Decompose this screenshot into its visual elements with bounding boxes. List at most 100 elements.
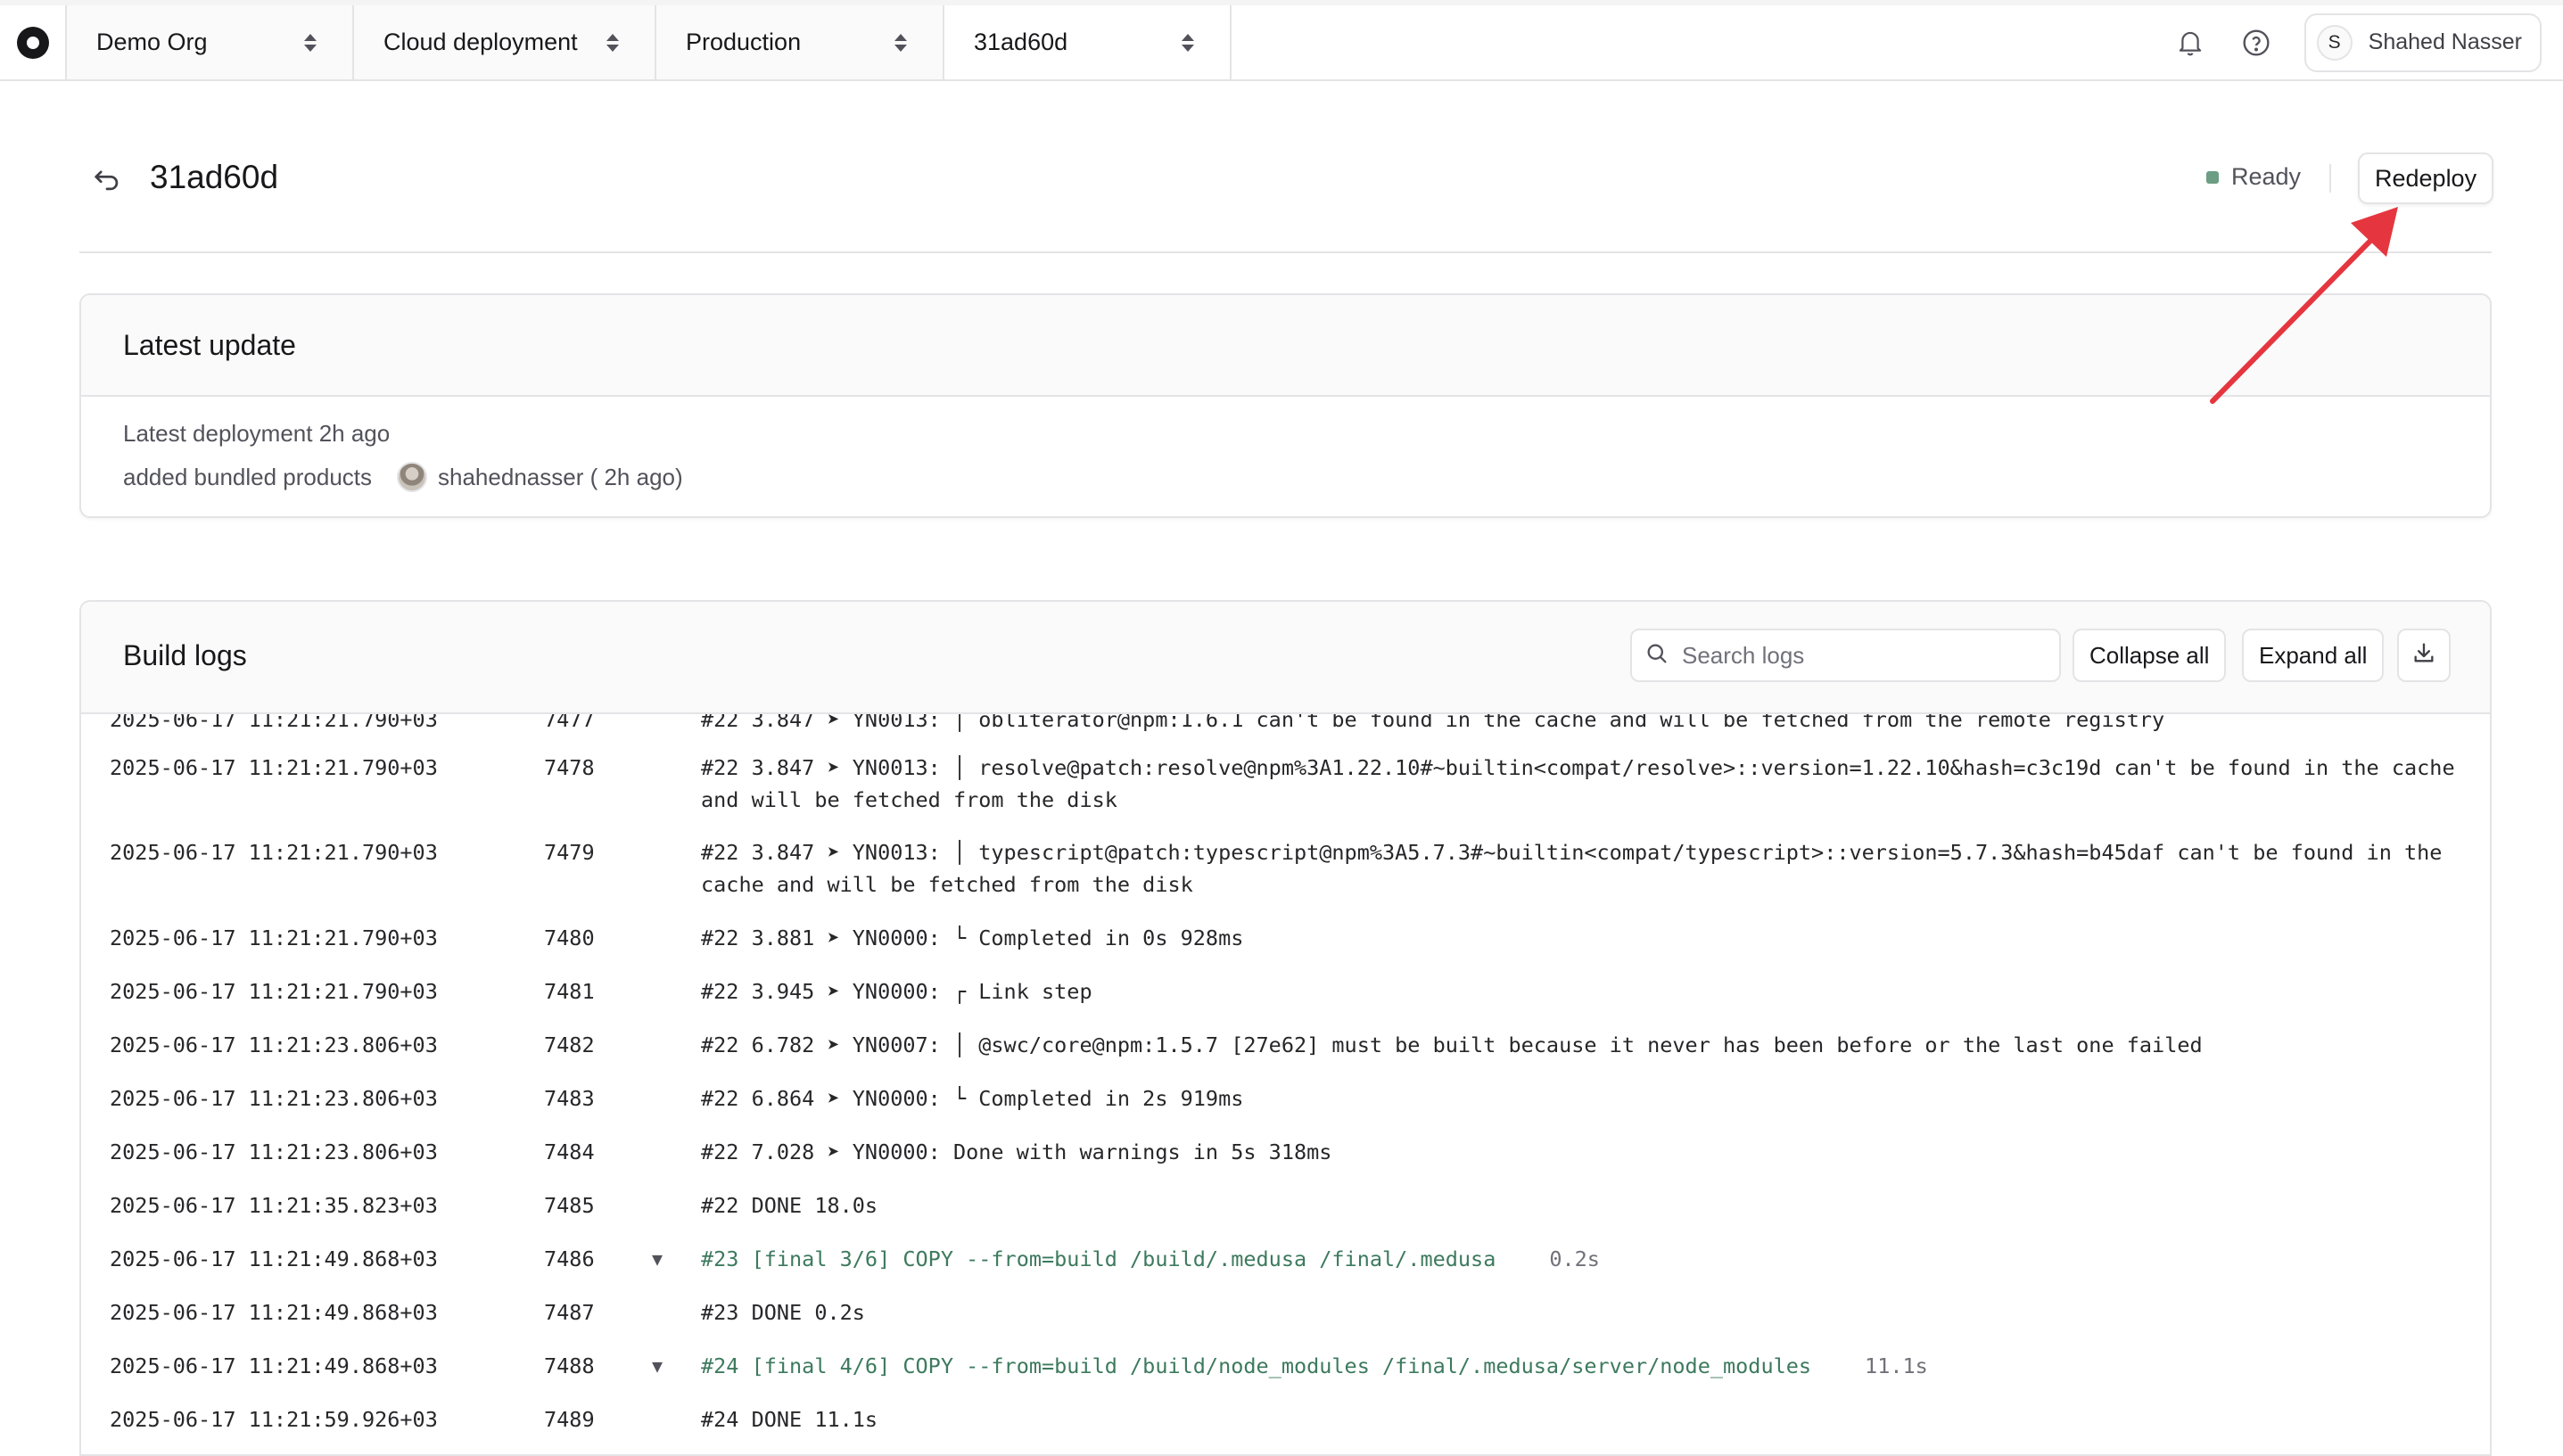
- notifications-bell-icon[interactable]: [2172, 25, 2208, 61]
- log-line-number: 7477: [544, 714, 595, 732]
- latest-update-heading: Latest update: [81, 295, 2490, 397]
- log-line-number: 7479: [544, 840, 595, 865]
- log-message: #22 6.782 ➤ YN0007: │ @swc/core@npm:1.5.…: [701, 1029, 2460, 1061]
- user-avatar: S: [2316, 24, 2353, 61]
- build-logs-header: Build logs Collapse all Expand all: [81, 602, 2490, 714]
- log-message: #23 [final 3/6] COPY --from=build /build…: [701, 1243, 2460, 1275]
- environment-selector-label: Production: [686, 29, 802, 55]
- search-logs-field[interactable]: [1630, 629, 2061, 682]
- commit-info: added bundled products shahednasser ( 2h…: [123, 462, 683, 492]
- collapse-triangle-icon[interactable]: ▼: [652, 1243, 663, 1275]
- download-icon: [2411, 640, 2436, 671]
- top-navigation: Demo Org Cloud deployment Production 31a…: [0, 0, 2563, 81]
- log-timestamp: 2025-06-17 11:21:23.806+03: [110, 1086, 438, 1111]
- download-logs-button[interactable]: [2397, 629, 2451, 682]
- log-message-text: #22 3.945 ➤ YN0000: ┌ Link step: [701, 979, 1092, 1004]
- log-message-text: #22 DONE 18.0s: [701, 1193, 878, 1218]
- user-name: Shahed Nasser: [2368, 29, 2522, 54]
- log-message: #22 7.028 ➤ YN0000: Done with warnings i…: [701, 1136, 2460, 1168]
- author-avatar: [397, 462, 428, 492]
- log-timestamp: 2025-06-17 11:21:21.790+03: [110, 925, 438, 950]
- log-line-number: 7483: [544, 1086, 595, 1111]
- page-header: 31ad60d Ready Redeploy: [79, 150, 2494, 253]
- chevron-updown-icon: [1182, 33, 1194, 52]
- log-line-number: 7489: [544, 1407, 595, 1432]
- log-message-text: #23 [final 3/6] COPY --from=build /build…: [701, 1246, 1496, 1271]
- log-message-text: #22 3.847 ➤ YN0013: │ typescript@patch:t…: [701, 840, 2455, 897]
- log-message: #22 3.847 ➤ YN0013: │ typescript@patch:t…: [701, 836, 2460, 901]
- log-message-text: #24 [final 4/6] COPY --from=build /build…: [701, 1353, 1812, 1378]
- log-message-text: #22 3.847 ➤ YN0013: │ resolve@patch:reso…: [701, 755, 2468, 812]
- help-question-icon[interactable]: [2238, 25, 2274, 61]
- back-arrow-icon[interactable]: [92, 166, 122, 197]
- log-message-text: #22 3.847 ➤ YN0013: │ obliterator@npm:1.…: [701, 714, 2165, 732]
- log-timestamp: 2025-06-17 11:21:49.868+03: [110, 1353, 438, 1378]
- log-message: #22 6.864 ➤ YN0000: └ Completed in 2s 91…: [701, 1082, 2460, 1115]
- log-line-number: 7482: [544, 1032, 595, 1057]
- org-selector[interactable]: Demo Org: [67, 5, 354, 79]
- org-selector-label: Demo Org: [96, 29, 208, 55]
- redeploy-button[interactable]: Redeploy: [2358, 152, 2494, 204]
- build-logs-title: Build logs: [123, 639, 247, 671]
- log-message: #22 3.847 ➤ YN0013: │ resolve@patch:reso…: [701, 752, 2460, 816]
- log-timestamp: 2025-06-17 11:21:21.790+03: [110, 979, 438, 1004]
- status-label: Ready: [2231, 163, 2302, 190]
- user-menu[interactable]: S Shahed Nasser: [2303, 12, 2542, 72]
- environment-selector[interactable]: Production: [656, 5, 944, 79]
- project-selector-label: Cloud deployment: [383, 29, 578, 55]
- log-message: #22 3.945 ➤ YN0000: ┌ Link step: [701, 975, 2460, 1008]
- log-line-number: 7480: [544, 925, 595, 950]
- deployment-selector[interactable]: 31ad60d: [944, 5, 1232, 79]
- build-logs-card: Build logs Collapse all Expand all 2025-…: [79, 600, 2492, 1456]
- page-title: 31ad60d: [150, 159, 279, 195]
- latest-deployment-time: Latest deployment 2h ago: [123, 420, 391, 447]
- log-message-text: #22 3.881 ➤ YN0000: └ Completed in 0s 92…: [701, 925, 1244, 950]
- log-line-number: 7484: [544, 1139, 595, 1164]
- log-line-number: 7485: [544, 1193, 595, 1218]
- log-message: #22 3.881 ➤ YN0000: └ Completed in 0s 92…: [701, 922, 2460, 954]
- log-timestamp: 2025-06-17 11:21:49.868+03: [110, 1246, 438, 1271]
- log-timestamp: 2025-06-17 11:21:23.806+03: [110, 1032, 438, 1057]
- collapse-all-button[interactable]: Collapse all: [2073, 629, 2227, 682]
- search-icon: [1644, 641, 1669, 670]
- log-line-number: 7478: [544, 755, 595, 780]
- logo-cell[interactable]: [0, 5, 67, 79]
- log-timestamp: 2025-06-17 11:21:21.790+03: [110, 840, 438, 865]
- commit-message: added bundled products: [123, 463, 373, 490]
- deployment-selector-label: 31ad60d: [974, 29, 1068, 55]
- chevron-updown-icon: [894, 33, 907, 52]
- expand-all-button[interactable]: Expand all: [2242, 629, 2385, 682]
- header-divider: [2329, 164, 2331, 193]
- log-message-text: #22 7.028 ➤ YN0000: Done with warnings i…: [701, 1139, 1332, 1164]
- log-message-text: #22 6.864 ➤ YN0000: └ Completed in 2s 91…: [701, 1086, 1244, 1111]
- log-line-number: 7486: [544, 1246, 595, 1271]
- log-message: #22 DONE 18.0s: [701, 1189, 2460, 1222]
- log-message: #24 [final 4/6] COPY --from=build /build…: [701, 1350, 2460, 1382]
- log-message: #24 DONE 11.1s: [701, 1403, 2460, 1435]
- nav-right-actions: S Shahed Nasser: [2172, 5, 2563, 79]
- log-list: 2025-06-17 11:21:21.790+03 7477 #22 3.847 …: [81, 714, 2490, 1454]
- log-line-number: 7487: [544, 1300, 595, 1325]
- latest-update-card: Latest update Latest deployment 2h ago a…: [79, 293, 2492, 518]
- collapse-triangle-icon[interactable]: ▼: [652, 1350, 663, 1382]
- log-timestamp: 2025-06-17 11:21:21.790+03: [110, 714, 438, 732]
- chevron-updown-icon: [304, 33, 317, 52]
- log-timestamp: 2025-06-17 11:21:21.790+03: [110, 755, 438, 780]
- log-message-text: #23 DONE 0.2s: [701, 1300, 865, 1325]
- log-timestamp: 2025-06-17 11:21:23.806+03: [110, 1139, 438, 1164]
- log-timestamp: 2025-06-17 11:21:35.823+03: [110, 1193, 438, 1218]
- deployment-status: Ready: [2206, 163, 2301, 191]
- log-message-text: #24 DONE 11.1s: [701, 1407, 878, 1432]
- log-line-number: 7481: [544, 979, 595, 1004]
- log-timestamp: 2025-06-17 11:21:49.868+03: [110, 1300, 438, 1325]
- app-logo-icon[interactable]: [16, 26, 49, 59]
- log-message: #23 DONE 0.2s: [701, 1296, 2460, 1328]
- log-message-text: #22 6.782 ➤ YN0007: │ @swc/core@npm:1.5.…: [701, 1032, 2203, 1057]
- log-step-duration: 11.1s: [1865, 1353, 1928, 1378]
- search-logs-input[interactable]: [1682, 641, 2039, 670]
- chevron-updown-icon: [606, 33, 619, 52]
- project-selector[interactable]: Cloud deployment: [354, 5, 656, 79]
- status-dot-icon: [2206, 170, 2219, 184]
- log-timestamp: 2025-06-17 11:21:59.926+03: [110, 1407, 438, 1432]
- log-line-number: 7488: [544, 1353, 595, 1378]
